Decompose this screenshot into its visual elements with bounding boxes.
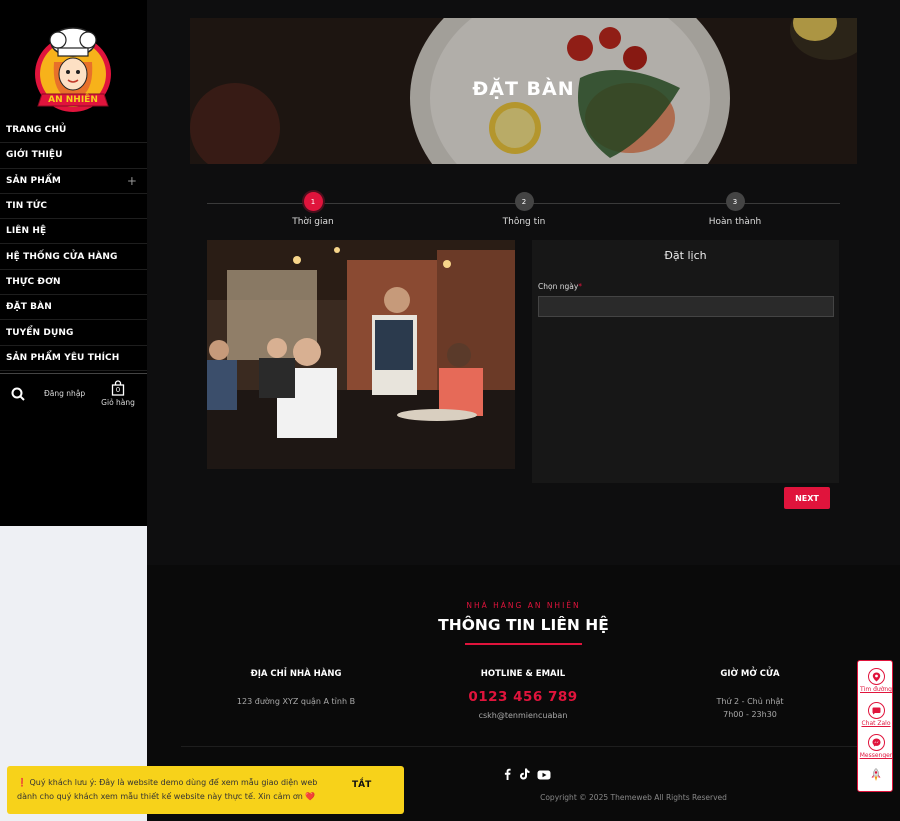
hero-banner: ĐẶT BÀN bbox=[190, 18, 857, 164]
address-title: ĐỊA CHỈ NHÀ HÀNG bbox=[250, 669, 342, 679]
map-pin-icon bbox=[867, 668, 885, 685]
sidebar-item-stores[interactable]: HỆ THỐNG CỬA HÀNG bbox=[0, 244, 147, 270]
sidebar-nav: TRANG CHỦ GIỚI THIỆU SẢN PHẨM + TIN TỨC L… bbox=[0, 118, 147, 371]
login-link[interactable]: Đăng nhập bbox=[44, 389, 85, 398]
step-time[interactable]: 1 Thời gian bbox=[253, 192, 373, 227]
required-mark: * bbox=[578, 282, 583, 291]
main-content: ĐẶT BÀN 1 Thời gian 2 Thông tin 3 Hoàn t… bbox=[147, 0, 900, 565]
notice-text: ❗ Quý khách lưu ý: Đây là website demo d… bbox=[17, 778, 318, 801]
messenger-icon bbox=[867, 734, 885, 751]
brand-logo[interactable]: AN NHIÊN bbox=[28, 22, 118, 118]
step-number: 2 bbox=[514, 192, 534, 211]
sidebar-item-products[interactable]: SẢN PHẨM + bbox=[0, 169, 147, 194]
rocket-icon[interactable] bbox=[858, 767, 894, 786]
footer-address: ĐỊA CHỈ NHÀ HÀNG 123 đường XYZ quận A tỉ… bbox=[186, 669, 406, 708]
date-input[interactable] bbox=[538, 296, 834, 317]
hotline-number[interactable]: 0123 456 789 bbox=[413, 689, 633, 705]
restaurant-photo bbox=[207, 240, 515, 469]
sidebar-tools: Đăng nhập 0 Giỏ hàng bbox=[0, 373, 147, 413]
logo-text: AN NHIÊN bbox=[48, 95, 98, 105]
sidebar-item-home[interactable]: TRANG CHỦ bbox=[0, 118, 147, 144]
cart-icon: 0 bbox=[111, 380, 125, 396]
sidebar-item-menu[interactable]: THỰC ĐƠN bbox=[0, 270, 147, 296]
directions-button[interactable]: Tìm đường bbox=[858, 668, 894, 693]
hours-days: Thứ 2 - Chủ nhật bbox=[716, 697, 784, 706]
search-icon[interactable] bbox=[0, 387, 36, 401]
footer-divider bbox=[181, 746, 866, 747]
facebook-icon[interactable] bbox=[502, 765, 512, 784]
footer-eyebrow: NHÀ HÀNG AN NHIÊN bbox=[466, 601, 581, 610]
sidebar: AN NHIÊN TRANG CHỦ GIỚI THIỆU SẢN PHẨM + … bbox=[0, 0, 147, 526]
booking-steps: 1 Thời gian 2 Thông tin 3 Hoàn thành bbox=[207, 192, 840, 232]
cart-count: 0 bbox=[115, 386, 121, 394]
step-label: Thời gian bbox=[292, 217, 334, 227]
zalo-button[interactable]: Chat Zalo bbox=[858, 702, 894, 727]
hours-title: GIỜ MỞ CỬA bbox=[720, 669, 780, 679]
directions-label: Tìm đường bbox=[860, 686, 892, 693]
step-info[interactable]: 2 Thông tin bbox=[464, 192, 584, 227]
youtube-icon[interactable] bbox=[537, 765, 551, 784]
step-label: Hoàn thành bbox=[708, 217, 762, 227]
sidebar-item-favorites[interactable]: SẢN PHẨM YÊU THÍCH bbox=[0, 346, 147, 371]
footer-contact: HOTLINE & EMAIL 0123 456 789 cskh@tenmie… bbox=[413, 669, 633, 722]
cart-button[interactable]: 0 Giỏ hàng bbox=[101, 380, 135, 407]
sidebar-item-about[interactable]: GIỚI THIỆU bbox=[0, 143, 147, 169]
expand-plus-icon[interactable]: + bbox=[127, 174, 137, 188]
page-title: ĐẶT BÀN bbox=[472, 78, 575, 100]
step-number: 3 bbox=[725, 192, 745, 211]
chat-icon bbox=[867, 702, 885, 719]
footer-heading: THÔNG TIN LIÊN HỆ bbox=[438, 616, 609, 634]
zalo-label: Chat Zalo bbox=[861, 720, 891, 727]
step-number: 1 bbox=[303, 192, 323, 211]
contact-email[interactable]: cskh@tenmiencuaban bbox=[413, 709, 633, 722]
form-title: Đặt lịch bbox=[664, 249, 707, 262]
messenger-label: Messenger bbox=[859, 752, 893, 759]
sidebar-item-careers[interactable]: TUYỂN DỤNG bbox=[0, 320, 147, 346]
sidebar-item-news[interactable]: TIN TỨC bbox=[0, 194, 147, 220]
step-complete[interactable]: 3 Hoàn thành bbox=[675, 192, 795, 227]
cart-label: Giỏ hàng bbox=[101, 398, 135, 407]
messenger-button[interactable]: Messenger bbox=[858, 734, 894, 759]
step-label: Thông tin bbox=[502, 217, 546, 227]
floating-contact: Tìm đường Chat Zalo Messenger bbox=[857, 660, 893, 792]
footer-hours: GIỜ MỞ CỬA Thứ 2 - Chủ nhật 7h00 - 23h30 bbox=[640, 669, 860, 721]
sidebar-item-booking[interactable]: ĐẶT BÀN bbox=[0, 295, 147, 321]
footer-heading-underline bbox=[465, 643, 582, 645]
date-label: Chọn ngày* bbox=[538, 282, 583, 291]
demo-notice: ❗ Quý khách lưu ý: Đây là website demo d… bbox=[7, 766, 404, 814]
address-text: 123 đường XYZ quận A tỉnh B bbox=[236, 697, 356, 706]
sidebar-item-contact[interactable]: LIÊN HỆ bbox=[0, 219, 147, 245]
tiktok-icon[interactable] bbox=[519, 765, 530, 784]
notice-close-button[interactable]: TẮT bbox=[352, 780, 371, 790]
social-links bbox=[502, 765, 551, 784]
contact-title: HOTLINE & EMAIL bbox=[480, 669, 566, 679]
booking-form: Đặt lịch Chọn ngày* bbox=[532, 240, 839, 483]
copyright: Copyright © 2025 Themeweb All Rights Res… bbox=[540, 793, 727, 802]
next-button[interactable]: NEXT bbox=[784, 487, 830, 509]
hours-time: 7h00 - 23h30 bbox=[723, 710, 777, 719]
